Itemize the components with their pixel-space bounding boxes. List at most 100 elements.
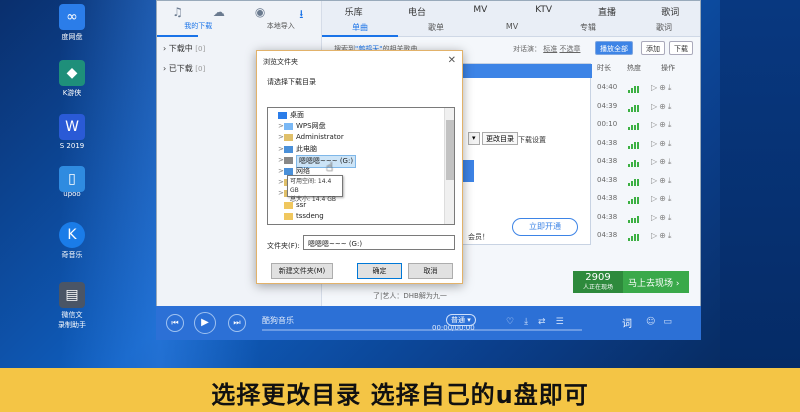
- song-row[interactable]: 04:39 ▷⊕⤓: [597, 101, 700, 120]
- song-actions-icon[interactable]: ▷⊕⤓: [651, 157, 673, 167]
- tree-node[interactable]: > 此电脑: [268, 144, 444, 155]
- nav-lyrics[interactable]: 歌词: [639, 1, 700, 19]
- nav-mv[interactable]: MV: [449, 1, 512, 19]
- col-ops: 操作: [661, 64, 675, 72]
- nav-ktv[interactable]: KTV: [512, 1, 575, 19]
- desktop-icon-baidu-netdisk[interactable]: ∞ 度网盘: [52, 4, 92, 42]
- compare-other[interactable]: 不选章: [559, 45, 580, 53]
- song-actions-icon[interactable]: ▷⊕⤓: [651, 83, 673, 93]
- expand-arrow-icon[interactable]: >: [278, 177, 284, 188]
- file-icon: ▤: [59, 282, 85, 308]
- desktop-icon-wechat-recorder[interactable]: ▤ 微信文 录制助手: [52, 282, 92, 330]
- expand-arrow-icon[interactable]: >: [278, 144, 284, 155]
- compare-options: 对话演： 标准 不选章: [513, 44, 580, 54]
- subtab-my-downloads[interactable]: 我的下载: [157, 21, 240, 31]
- folder-icon: [284, 156, 293, 164]
- tree-downloaded[interactable]: › 已下载 [0]: [163, 63, 205, 74]
- nav-library[interactable]: 乐库: [322, 1, 385, 19]
- song-actions-icon[interactable]: ▷⊕⤓: [651, 213, 673, 223]
- tab-download[interactable]: ⭳: [281, 1, 322, 37]
- tab-cloud[interactable]: ☁: [198, 1, 239, 37]
- desktop-icon-kugou[interactable]: K 奇音乐: [52, 222, 92, 260]
- play-all-button[interactable]: 播放全部: [595, 41, 633, 55]
- dialog-title: 浏览文件夹: [257, 51, 462, 71]
- tree-downloading[interactable]: › 下载中 [0]: [163, 43, 205, 54]
- add-button[interactable]: 添加: [641, 41, 665, 55]
- subnav-playlist[interactable]: 歌单: [398, 19, 474, 37]
- next-button[interactable]: ⏭: [228, 314, 246, 332]
- tree-node[interactable]: > 嗯嗯嗯~~~ (G:): [268, 154, 444, 168]
- song-row[interactable]: 04:40 ▷⊕⤓: [597, 83, 700, 101]
- song-duration: 00:10: [597, 120, 618, 128]
- song-duration: 04:39: [597, 101, 618, 110]
- song-duration: 04:38: [597, 212, 618, 221]
- expand-arrow-icon[interactable]: >: [278, 155, 284, 166]
- tab-radio[interactable]: ◉: [240, 1, 281, 37]
- tree-node[interactable]: > Administrator: [268, 132, 444, 143]
- desktop-right-area: [720, 0, 800, 368]
- song-actions-icon[interactable]: ▷⊕⤓: [651, 231, 673, 241]
- tree-node[interactable]: 桌面: [268, 110, 444, 121]
- song-actions-icon[interactable]: ▷⊕⤓: [651, 139, 673, 149]
- song-actions-icon[interactable]: ▷⊕⤓: [651, 194, 673, 204]
- expand-arrow-icon[interactable]: >: [278, 121, 284, 132]
- compare-standard[interactable]: 标准: [543, 45, 557, 53]
- lyrics-button[interactable]: 词: [622, 315, 632, 330]
- song-row[interactable]: 04:38 ▷⊕⤓: [597, 194, 700, 212]
- player-right-icons[interactable]: ☺▭: [646, 317, 680, 327]
- tree-node-label: 桌面: [290, 111, 304, 119]
- cancel-button[interactable]: 取消: [408, 263, 453, 279]
- subnav-mv[interactable]: MV: [474, 19, 550, 37]
- expand-arrow-icon[interactable]: >: [278, 166, 284, 177]
- tree-label: 下载中: [168, 44, 193, 53]
- desktop-icon-label: upoo: [63, 190, 81, 198]
- close-icon[interactable]: ✕: [448, 55, 456, 66]
- desktop-icon-upoo[interactable]: upoo: [52, 190, 92, 198]
- progress-bar[interactable]: [262, 329, 582, 331]
- browse-folder-dialog: 浏览文件夹 ✕ 请选择下载目录 桌面 > WPS网盘 > Administrator > 此…: [256, 50, 463, 284]
- radio-icon: ◉: [254, 5, 266, 19]
- expand-arrow-icon[interactable]: >: [278, 188, 284, 199]
- download-button[interactable]: 下载: [669, 41, 693, 55]
- desktop-icon-wps[interactable]: W S 2019: [52, 114, 92, 150]
- song-actions-icon[interactable]: ▷⊕⤓: [651, 120, 673, 130]
- prev-button[interactable]: ⏮: [166, 314, 184, 332]
- play-button[interactable]: ▶: [194, 312, 216, 334]
- tree-scrollbar[interactable]: [444, 108, 454, 224]
- folder-tree[interactable]: 桌面 > WPS网盘 > Administrator > 此电脑 > 嗯嗯嗯~~~ (G:) > 网…: [267, 107, 455, 225]
- nav-radio[interactable]: 电台: [385, 1, 448, 19]
- ok-button[interactable]: 确定: [357, 263, 402, 279]
- subtab-local-import[interactable]: 本地导入: [240, 21, 323, 31]
- change-dir-button[interactable]: 更改目录: [482, 132, 518, 145]
- hot-bars-icon: [628, 178, 640, 186]
- tree-count: [0]: [195, 65, 206, 73]
- open-vip-button[interactable]: 立即开通: [512, 218, 578, 236]
- song-row[interactable]: 00:10 ▷⊕⤓: [597, 120, 700, 138]
- subnav-single[interactable]: 单曲: [322, 19, 398, 37]
- desktop-icon-label: S 2019: [59, 142, 85, 150]
- song-row[interactable]: 04:38 ▷⊕⤓: [597, 139, 700, 157]
- subnav-lyrics[interactable]: 歌词: [626, 19, 700, 37]
- scroll-thumb[interactable]: [446, 120, 454, 180]
- song-duration: 04:38: [597, 157, 618, 165]
- song-row[interactable]: 04:38 ▷⊕⤓: [597, 231, 700, 249]
- live-promo[interactable]: 2909 人正在现场 马上去现场 ›: [573, 271, 689, 293]
- tab-my-downloads[interactable]: ♫: [157, 1, 199, 37]
- song-actions-icon[interactable]: ▷⊕⤓: [651, 102, 673, 112]
- folder-input[interactable]: 嗯嗯嗯~~~ (G:): [303, 235, 455, 250]
- song-row[interactable]: 04:38 ▷⊕⤓: [597, 176, 700, 194]
- tree-node[interactable]: > WPS网盘: [268, 121, 444, 132]
- desktop-icon-game[interactable]: ◆ K游侠: [52, 60, 92, 98]
- song-row[interactable]: 04:38 ▷⊕⤓: [597, 157, 700, 175]
- tree-node[interactable]: tssdeng: [268, 211, 444, 222]
- nav-live[interactable]: 直播: [575, 1, 638, 19]
- expand-arrow-icon[interactable]: >: [278, 132, 284, 143]
- song-row[interactable]: 04:38 ▷⊕⤓: [597, 212, 700, 231]
- diamond-icon: ◆: [59, 60, 85, 86]
- player-tool-icons[interactable]: ♡⤓⇄☰: [506, 317, 574, 327]
- dir-field[interactable]: ▾: [468, 132, 480, 145]
- new-folder-button[interactable]: 新建文件夹(M): [271, 263, 333, 279]
- play-mode-select[interactable]: 普通 ▾: [446, 314, 476, 326]
- subnav-album[interactable]: 专辑: [550, 19, 626, 37]
- song-actions-icon[interactable]: ▷⊕⤓: [651, 176, 673, 186]
